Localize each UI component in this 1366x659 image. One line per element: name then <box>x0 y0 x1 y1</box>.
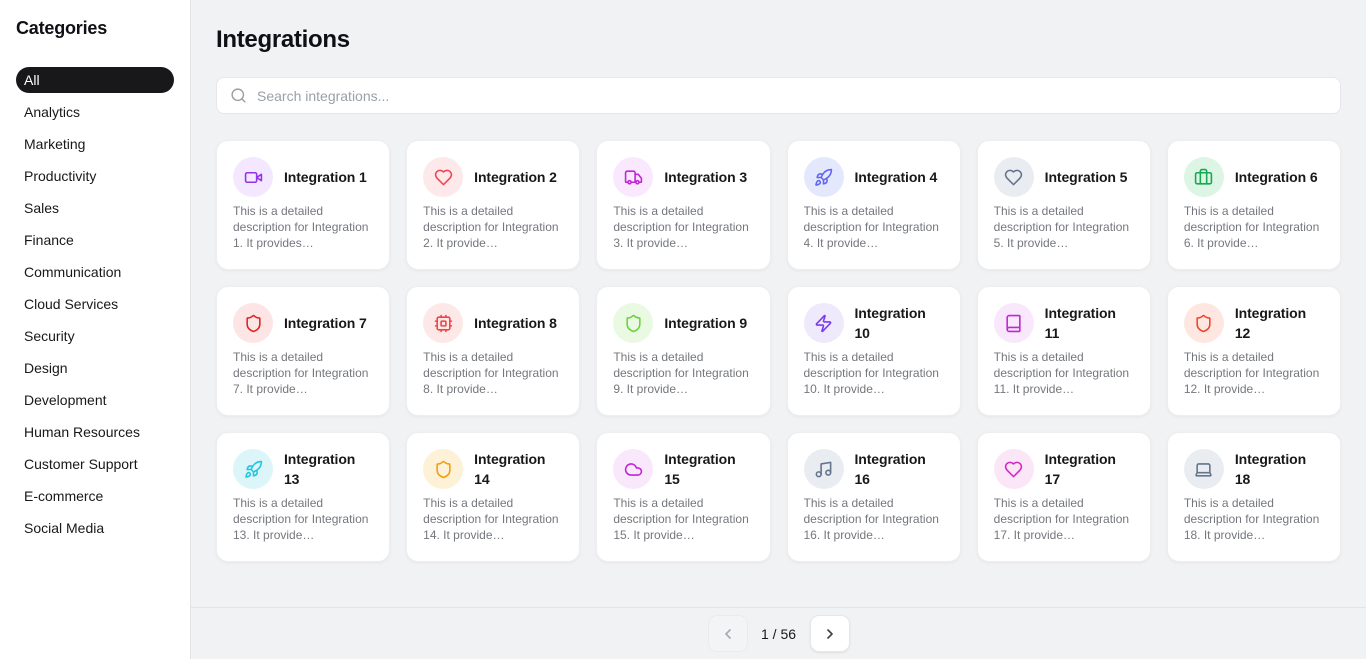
sidebar-item-social-media[interactable]: Social Media <box>16 515 174 541</box>
heart-icon <box>994 449 1034 489</box>
main-panel: Integrations Integration 1 This is a det… <box>191 0 1366 659</box>
search-bar[interactable] <box>216 77 1341 114</box>
integration-card[interactable]: Integration 18 This is a detailed descri… <box>1167 432 1341 562</box>
cpu-icon <box>423 303 463 343</box>
integration-card[interactable]: Integration 7 This is a detailed descrip… <box>216 286 390 416</box>
shield-icon <box>613 303 653 343</box>
integration-card[interactable]: Integration 4 This is a detailed descrip… <box>787 140 961 270</box>
zap-icon <box>804 303 844 343</box>
sidebar-item-security[interactable]: Security <box>16 323 174 349</box>
sidebar-item-development[interactable]: Development <box>16 387 174 413</box>
integration-card[interactable]: Integration 13 This is a detailed descri… <box>216 432 390 562</box>
shield-icon <box>233 303 273 343</box>
sidebar-item-analytics[interactable]: Analytics <box>16 99 174 125</box>
book-icon <box>994 303 1034 343</box>
sidebar-item-cloud-services[interactable]: Cloud Services <box>16 291 174 317</box>
integration-card[interactable]: Integration 11 This is a detailed descri… <box>977 286 1151 416</box>
integration-card[interactable]: Integration 6 This is a detailed descrip… <box>1167 140 1341 270</box>
search-icon <box>230 87 247 104</box>
search-input[interactable] <box>257 88 1327 104</box>
sidebar-title: Categories <box>16 18 174 39</box>
prev-page-button[interactable] <box>708 615 748 652</box>
heart-icon <box>994 157 1034 197</box>
integration-card[interactable]: Integration 15 This is a detailed descri… <box>596 432 770 562</box>
rocket-icon <box>233 449 273 489</box>
categories-nav: All Analytics Marketing Productivity Sales Fi… <box>16 67 174 541</box>
shield-icon <box>1184 303 1224 343</box>
integration-card[interactable]: Integration 3 This is a detailed descrip… <box>596 140 770 270</box>
sidebar-item-sales[interactable]: Sales <box>16 195 174 221</box>
truck-icon <box>613 157 653 197</box>
integration-card[interactable]: Integration 12 This is a detailed descri… <box>1167 286 1341 416</box>
next-page-button[interactable] <box>810 615 850 652</box>
sidebar-item-human-resources[interactable]: Human Resources <box>16 419 174 445</box>
rocket-icon <box>804 157 844 197</box>
sidebar-item-marketing[interactable]: Marketing <box>16 131 174 157</box>
integration-card[interactable]: Integration 5 This is a detailed descrip… <box>977 140 1151 270</box>
pagination-bar: 1 / 56 <box>191 607 1366 659</box>
integration-card[interactable]: Integration 14 This is a detailed descri… <box>406 432 580 562</box>
integration-card[interactable]: Integration 17 This is a detailed descri… <box>977 432 1151 562</box>
shield-icon <box>423 449 463 489</box>
integration-card[interactable]: Integration 1 This is a detailed descrip… <box>216 140 390 270</box>
integration-card[interactable]: Integration 8 This is a detailed descrip… <box>406 286 580 416</box>
categories-sidebar: Categories All Analytics Marketing Producti… <box>0 0 191 659</box>
app-window: Categories All Analytics Marketing Producti… <box>0 0 1366 659</box>
chevron-left-icon <box>720 626 736 642</box>
cloud-icon <box>613 449 653 489</box>
integration-card[interactable]: Integration 16 This is a detailed descri… <box>787 432 961 562</box>
sidebar-item-all[interactable]: All <box>16 67 174 93</box>
laptop-icon <box>1184 449 1224 489</box>
sidebar-item-design[interactable]: Design <box>16 355 174 381</box>
chevron-right-icon <box>822 626 838 642</box>
sidebar-item-customer-support[interactable]: Customer Support <box>16 451 174 477</box>
sidebar-item-productivity[interactable]: Productivity <box>16 163 174 189</box>
page-title: Integrations <box>216 26 1341 54</box>
sidebar-item-communication[interactable]: Communication <box>16 259 174 285</box>
sidebar-item-e-commerce[interactable]: E-commerce <box>16 483 174 509</box>
integration-card[interactable]: Integration 9 This is a detailed descrip… <box>596 286 770 416</box>
page-indicator: 1 / 56 <box>760 626 798 642</box>
integration-card[interactable]: Integration 10 This is a detailed descri… <box>787 286 961 416</box>
sidebar-item-finance[interactable]: Finance <box>16 227 174 253</box>
integration-card[interactable]: Integration 2 This is a detailed descrip… <box>406 140 580 270</box>
heart-icon <box>423 157 463 197</box>
content-area: Integrations Integration 1 This is a det… <box>191 0 1366 607</box>
music-icon <box>804 449 844 489</box>
integrations-grid: Integration 1 This is a detailed descrip… <box>216 140 1341 562</box>
video-icon <box>233 157 273 197</box>
briefcase-icon <box>1184 157 1224 197</box>
